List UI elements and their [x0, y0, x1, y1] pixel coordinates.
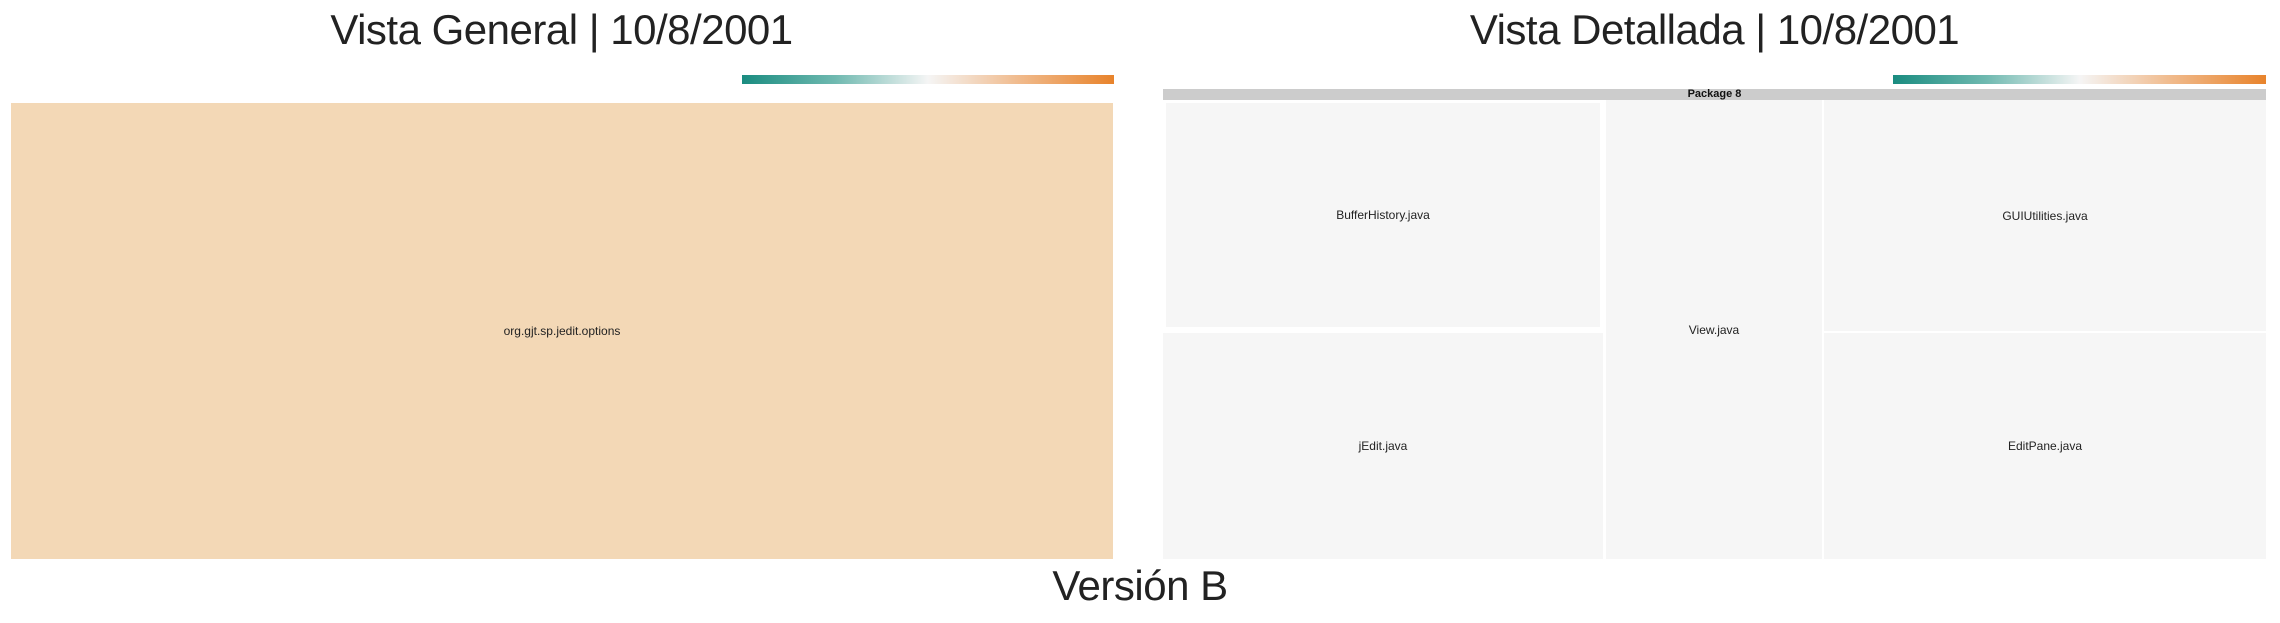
treemap-tile-label: jEdit.java — [1358, 439, 1408, 453]
detail-title: Vista Detallada | 10/8/2001 — [1469, 6, 1960, 53]
treemap-tile-label: org.gjt.sp.jedit.options — [503, 324, 621, 338]
treemap-tile-label: View.java — [1688, 322, 1740, 337]
version-label: Versión B — [1052, 562, 1228, 609]
overview-color-legend — [742, 75, 1114, 84]
treemap-tile-label: BufferHistory.java — [1336, 208, 1430, 222]
overview-title: Vista General | 10/8/2001 — [330, 6, 793, 53]
treemap-tile-label: EditPane.java — [2007, 439, 2083, 453]
treemap-tile-jedit[interactable]: jEdit.java — [1163, 333, 1603, 559]
treemap-tile-bufferhistory[interactable]: BufferHistory.java — [1163, 100, 1603, 330]
treemap-tile-label: GUIUtilities.java — [2002, 208, 2088, 223]
package-header: Package 8 — [1163, 89, 2266, 100]
treemap-tile-editpane[interactable]: EditPane.java — [1824, 333, 2266, 559]
treemap-tile-guiutilities[interactable]: GUIUtilities.java — [1824, 100, 2266, 331]
detail-color-legend — [1893, 75, 2266, 84]
treemap-tile-jedit-options[interactable]: org.gjt.sp.jedit.options — [11, 103, 1113, 559]
treemap-tile-view[interactable]: View.java — [1606, 100, 1822, 559]
